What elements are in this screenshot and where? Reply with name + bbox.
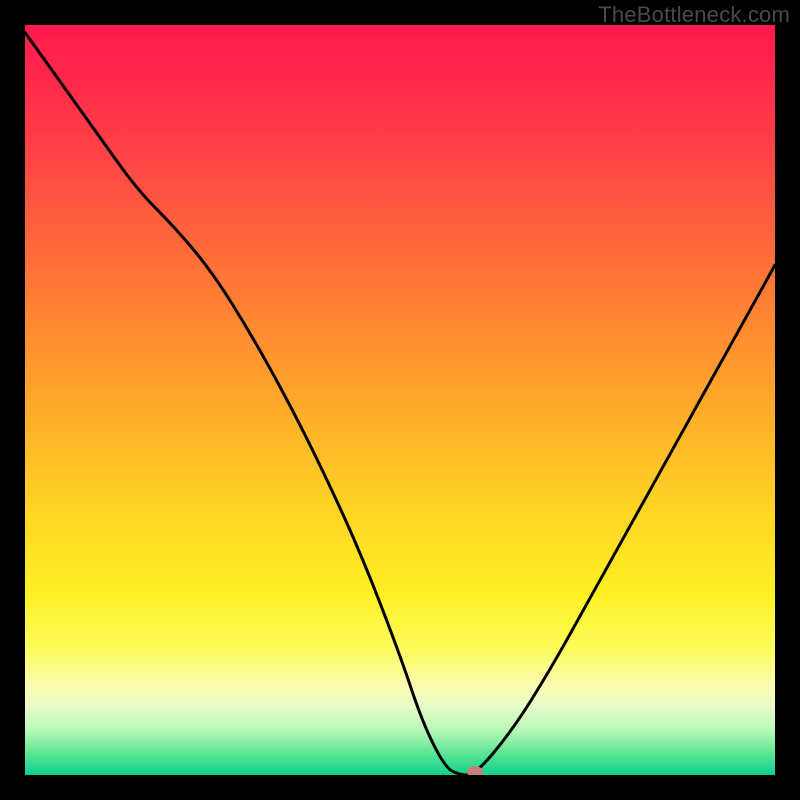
chart-frame: TheBottleneck.com	[0, 0, 800, 800]
watermark-text: TheBottleneck.com	[598, 2, 790, 28]
gradient-plot-area	[25, 25, 775, 775]
